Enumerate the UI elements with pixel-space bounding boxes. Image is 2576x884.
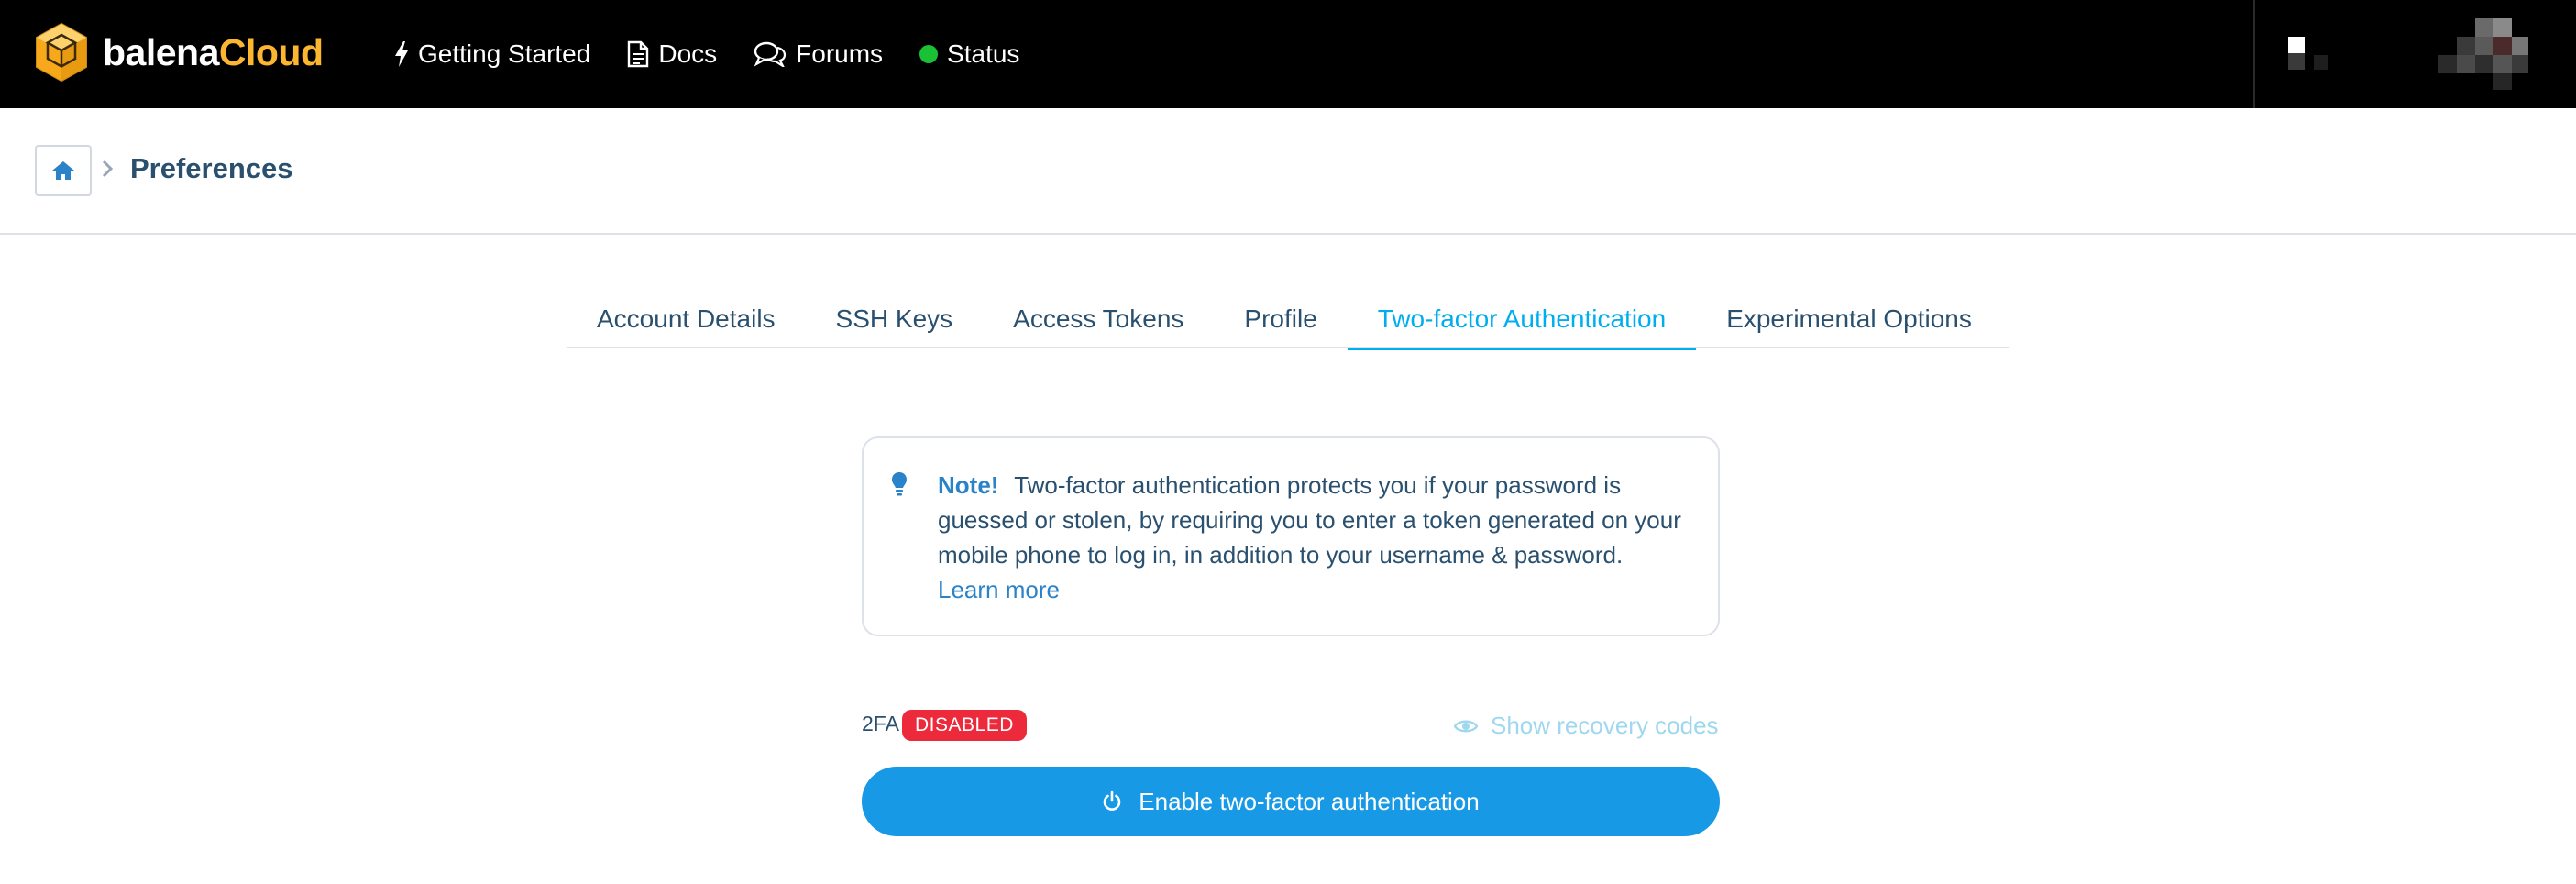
- enable-two-factor-button[interactable]: Enable two-factor authentication: [862, 767, 1720, 836]
- nav-docs[interactable]: Docs: [627, 39, 717, 69]
- tab-experimental-options[interactable]: Experimental Options: [1696, 292, 2002, 348]
- user-avatar[interactable]: [2438, 18, 2528, 90]
- primary-nav: Getting Started Docs Forums Status: [394, 0, 1056, 108]
- power-icon: [1102, 790, 1122, 812]
- tab-account-details[interactable]: Account Details: [567, 292, 806, 348]
- tab-profile[interactable]: Profile: [1214, 292, 1347, 348]
- bolt-icon: [394, 41, 409, 67]
- top-navbar: balenaCloud Getting Started Docs Forums …: [0, 0, 2576, 108]
- tab-ssh-keys[interactable]: SSH Keys: [806, 292, 984, 348]
- logo-wordmark: balenaCloud: [103, 31, 324, 74]
- two-factor-note-card: Note! Two-factor authentication protects…: [862, 436, 1720, 636]
- status-badge: DISABLED: [902, 710, 1027, 741]
- tab-access-tokens[interactable]: Access Tokens: [983, 292, 1214, 348]
- breadcrumb: Preferences: [0, 108, 2576, 235]
- tab-two-factor-authentication[interactable]: Two-factor Authentication: [1347, 292, 1697, 350]
- nav-getting-started[interactable]: Getting Started: [394, 39, 590, 69]
- navbar-divider: [2253, 0, 2255, 108]
- show-recovery-codes-link[interactable]: Show recovery codes: [1454, 712, 1719, 740]
- nav-forums[interactable]: Forums: [754, 39, 883, 69]
- logo-text-balena: balena: [103, 30, 219, 73]
- nav-docs-label: Docs: [658, 39, 718, 68]
- logo-text-cloud: Cloud: [218, 30, 324, 73]
- nav-status-label: Status: [947, 39, 1020, 68]
- nav-getting-started-label: Getting Started: [418, 39, 591, 68]
- home-button[interactable]: [35, 145, 92, 196]
- balena-cube-logo-icon: [36, 22, 87, 83]
- two-factor-label: 2FA: [862, 712, 899, 735]
- chevron-right-icon: [101, 156, 114, 185]
- note-title: Note!: [938, 471, 999, 499]
- nav-status[interactable]: Status: [919, 39, 1019, 69]
- page-title: Preferences: [130, 152, 293, 184]
- status-dot-icon: [919, 45, 939, 63]
- note-text: Note! Two-factor authentication protects…: [938, 468, 1699, 607]
- note-body: Two-factor authentication protects you i…: [938, 471, 1681, 569]
- chat-bubbles-icon: [754, 41, 787, 67]
- enable-two-factor-label: Enable two-factor authentication: [1139, 787, 1480, 815]
- document-icon: [627, 40, 649, 68]
- balena-cloud-logo[interactable]: balenaCloud: [35, 22, 324, 83]
- preferences-tabs: Account Details SSH Keys Access Tokens P…: [567, 292, 2009, 350]
- show-recovery-codes-label: Show recovery codes: [1491, 712, 1719, 739]
- home-icon: [52, 161, 74, 180]
- lightbulb-icon: [891, 471, 908, 502]
- nav-forums-label: Forums: [796, 39, 884, 68]
- organization-switcher[interactable]: [2288, 33, 2328, 77]
- learn-more-link[interactable]: Learn more: [938, 572, 1060, 607]
- eye-icon: [1454, 718, 1478, 735]
